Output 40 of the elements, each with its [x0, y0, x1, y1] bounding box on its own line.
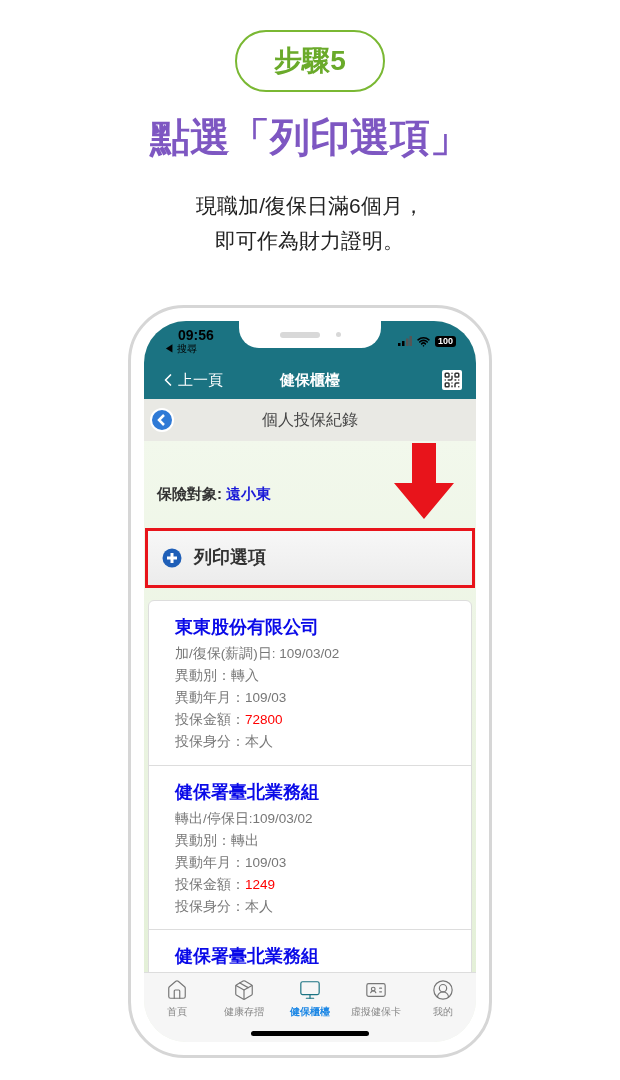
wifi-icon [416, 334, 430, 348]
subtitle-line: 現職加/復保日滿6個月， [196, 193, 424, 219]
step-badge: 步驟5 [235, 30, 385, 92]
record-line: 異動別：轉出 [175, 831, 260, 850]
back-circle-icon[interactable] [150, 408, 174, 432]
record-line: 投保身分：本人 [175, 897, 274, 916]
nav-title: 健保櫃檯 [280, 369, 340, 390]
record-title: 健保署臺北業務組 [175, 944, 320, 968]
record-line: 投保金額：1249 [175, 875, 277, 894]
home-icon [166, 979, 189, 1001]
insured-label: 保險對象: [157, 484, 222, 504]
record-title: 東東股份有限公司 [175, 615, 320, 639]
down-arrow-icon [394, 443, 454, 519]
tab-bar-item[interactable]: 首頁 [145, 979, 210, 1019]
profile-icon [431, 979, 454, 1001]
record-line: 異動別：轉入 [175, 666, 260, 685]
insured-name: 遠小東 [226, 484, 271, 504]
speaker-grille [279, 331, 320, 338]
record-line: 異動年月：109/03 [175, 853, 288, 872]
record-line: 投保身分：本人 [175, 732, 274, 751]
back-button[interactable]: 上一頁 [158, 368, 223, 392]
subtitle-line: 即可作為財力證明。 [215, 228, 405, 254]
page-title: 點選「列印選項」 [150, 114, 470, 161]
tab-bar-item[interactable]: 健保櫃檯 [277, 979, 342, 1019]
record-line: 異動年月：109/03 [175, 688, 288, 707]
record-line: 轉出/停保日:109/03/02 [175, 809, 314, 828]
print-options-button[interactable]: 列印選項 [145, 527, 475, 588]
record-line: 投保金額：72800 [175, 710, 284, 729]
back-app-link[interactable]: ◀ 搜尋 [164, 343, 214, 355]
plus-circle-icon [162, 547, 182, 568]
battery-icon: 100 [434, 335, 456, 347]
tab-bar-item[interactable]: 虛擬健保卡 [344, 979, 409, 1019]
record-line: 加/復保(薪調)日: 109/03/02 [175, 644, 341, 663]
tab-bar-item[interactable]: 我的 [410, 979, 475, 1019]
signal-icon [397, 336, 412, 346]
status-time: 09:56 [178, 327, 214, 343]
record-title: 健保署臺北業務組 [175, 780, 320, 804]
tab-bar-item[interactable]: 健康存摺 [211, 979, 276, 1019]
qr-code-icon[interactable] [442, 370, 462, 390]
page-header-title: 個人投保紀錄 [262, 410, 358, 430]
